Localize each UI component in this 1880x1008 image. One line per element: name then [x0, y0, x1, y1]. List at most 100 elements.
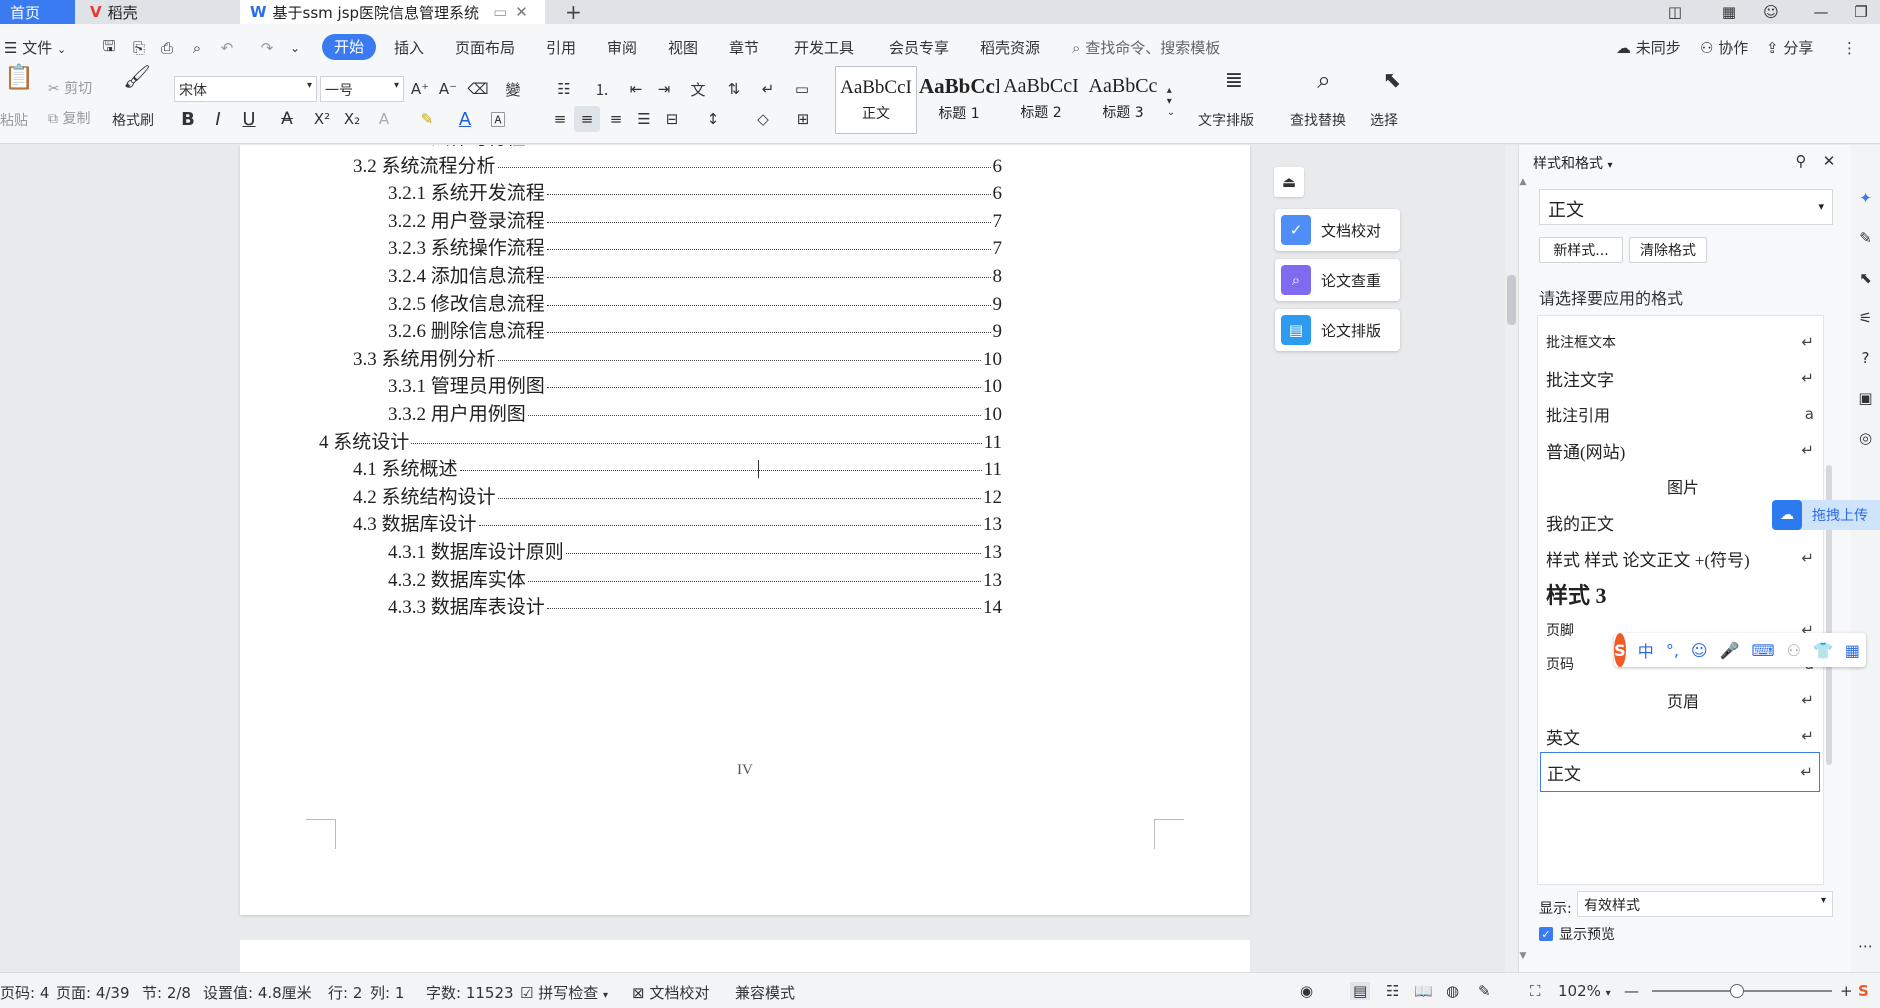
toc-entry[interactable]: 4.3.2 数据库实体 13: [388, 565, 1002, 595]
font-size-select[interactable]: 一号 ▾: [320, 76, 404, 102]
zoom-level[interactable]: 102% ▾: [1558, 982, 1611, 1000]
punctuation-icon[interactable]: °,: [1666, 641, 1679, 660]
toolbox-icon[interactable]: ▦: [1845, 641, 1860, 660]
style-list-item[interactable]: 普通(网站) ↵: [1540, 430, 1820, 470]
tab-daoke[interactable]: V 稻壳: [80, 0, 235, 24]
tab-document[interactable]: W 基于ssm jsp医院信息管理系统 ▭ ✕: [240, 0, 545, 24]
next-page[interactable]: [240, 940, 1250, 972]
grid-apps-icon[interactable]: ▦: [1714, 0, 1744, 24]
distributed-icon[interactable]: ⊟: [660, 106, 684, 132]
font-family-select[interactable]: 宋体 ▾: [174, 76, 317, 102]
numbering-icon[interactable]: ⒈: [586, 76, 618, 102]
paste-icon[interactable]: 📋: [4, 62, 34, 92]
sort-icon[interactable]: ⇅: [722, 76, 746, 102]
format-painter-button[interactable]: 格式刷: [112, 110, 154, 130]
justify-icon[interactable]: ☰: [632, 106, 656, 132]
toc-entry[interactable]: 3.2.5 修改信息流程 9: [388, 289, 1002, 319]
paste-button[interactable]: 粘贴: [0, 110, 28, 130]
bullets-icon[interactable]: ☷: [548, 76, 580, 102]
style-heading-1[interactable]: AaBbCcI 标题 1: [919, 66, 999, 134]
eye-protection-icon[interactable]: ◉: [1300, 982, 1313, 1000]
page-view-icon[interactable]: ▤: [1350, 982, 1371, 1000]
show-marks-icon[interactable]: ↵: [752, 76, 784, 102]
phonetic-icon[interactable]: 變: [496, 76, 530, 102]
menu-review[interactable]: 审阅: [607, 36, 637, 60]
menu-file[interactable]: ☰ 文件 ⌄: [4, 36, 66, 60]
avatar[interactable]: ☺: [1756, 0, 1786, 24]
status-page[interactable]: 页面: 4/39: [56, 982, 130, 1003]
style-list-item[interactable]: 样式 样式 论文正文 +(符号) ↵: [1540, 538, 1820, 578]
pane-title[interactable]: 样式和格式 ▾: [1533, 153, 1612, 173]
print-icon[interactable]: ⎙: [156, 36, 178, 60]
command-search[interactable]: ⌕ 查找命令、搜索模板: [1072, 36, 1220, 60]
style-list-item[interactable]: 样式 3: [1540, 574, 1820, 614]
share-button[interactable]: ⇪ 分享: [1766, 36, 1813, 60]
ime-toolbar[interactable]: S 中 °, ☺ 🎤 ⌨ ⚇ 👕 ▦: [1614, 633, 1866, 667]
window-layout-icon[interactable]: ◫: [1660, 0, 1690, 24]
restore-icon[interactable]: ❐: [1846, 0, 1876, 24]
zoom-in-icon[interactable]: +: [1840, 982, 1853, 1000]
document-scrollbar[interactable]: [1505, 145, 1518, 972]
export-icon[interactable]: ⎘: [128, 36, 150, 60]
menu-insert[interactable]: 插入: [394, 36, 424, 60]
line-spacing-icon[interactable]: ↕: [696, 106, 730, 132]
clear-format-button[interactable]: 清除格式: [1629, 237, 1707, 263]
microphone-icon[interactable]: 🎤: [1720, 641, 1740, 660]
sync-status[interactable]: ☁ 未同步: [1616, 36, 1681, 60]
doc-proofread-status[interactable]: ⊠ 文档校对: [632, 982, 709, 1003]
underline-icon[interactable]: U: [234, 106, 264, 132]
write-mode-icon[interactable]: ✎: [1478, 982, 1491, 1000]
document-area[interactable]: 3.1.4 法律可行性63.2 系统流程分析63.2.1 系统开发流程63.2.…: [0, 145, 1505, 972]
align-right-icon[interactable]: ≡: [604, 106, 628, 132]
status-page-code[interactable]: 页码: 4: [0, 982, 49, 1003]
toc-entry[interactable]: 4 系统设计 11: [319, 427, 1002, 457]
toc-entry[interactable]: 3.2.4 添加信息流程 8: [388, 261, 1002, 291]
menu-references[interactable]: 引用: [546, 36, 576, 60]
show-filter-select[interactable]: 有效样式 ▾: [1577, 891, 1833, 917]
redo-icon[interactable]: ↷: [256, 36, 278, 60]
location-icon[interactable]: ◎: [1851, 425, 1880, 451]
fit-page-icon[interactable]: ⛶: [1530, 982, 1541, 1000]
new-tab-button[interactable]: +: [555, 0, 585, 24]
align-center-icon[interactable]: ≡: [574, 106, 600, 132]
zoom-slider-thumb[interactable]: [1730, 984, 1744, 998]
user-icon[interactable]: ⚇: [1787, 641, 1801, 660]
style-list-item[interactable]: 批注文字 ↵: [1540, 358, 1820, 398]
help-icon[interactable]: ?: [1851, 345, 1880, 371]
status-setting[interactable]: 设置值: 4.8厘米: [203, 982, 312, 1003]
scroll-up-icon[interactable]: ▲: [1517, 175, 1529, 189]
indent-icon[interactable]: ⇥: [652, 76, 676, 102]
pen-icon[interactable]: ✎: [1851, 225, 1880, 251]
menu-view[interactable]: 视图: [668, 36, 698, 60]
bold-icon[interactable]: B: [176, 106, 200, 132]
style-normal[interactable]: AaBbCcI 正文: [835, 66, 917, 134]
select-button[interactable]: 选择: [1370, 110, 1398, 130]
collapse-panel-icon[interactable]: ⏏: [1274, 167, 1304, 197]
toc-entry[interactable]: 3.2.1 系统开发流程 6: [388, 178, 1002, 208]
toc-entry[interactable]: 4.1 系统概述 11: [353, 454, 1002, 484]
menu-resources[interactable]: 稻壳资源: [980, 36, 1040, 60]
menu-start[interactable]: 开始: [322, 34, 376, 60]
style-heading-2[interactable]: AaBbCcI 标题 2: [1001, 66, 1081, 134]
grow-font-icon[interactable]: A⁺: [408, 76, 432, 102]
new-style-button[interactable]: 新样式...: [1539, 237, 1623, 263]
style-list-item[interactable]: 页眉 ↵: [1540, 680, 1820, 720]
outline-view-icon[interactable]: ☷: [1386, 982, 1399, 1000]
undo-icon[interactable]: ↶: [216, 36, 238, 60]
toc-entry[interactable]: 3.3.2 用户用例图 10: [388, 399, 1002, 429]
borders-icon[interactable]: ⊞: [786, 106, 820, 132]
pin-icon[interactable]: ▭: [493, 3, 507, 21]
superscript-icon[interactable]: X²: [310, 106, 334, 132]
spell-check-button[interactable]: ☑ 拼写检查 ▾: [520, 982, 608, 1003]
current-style-select[interactable]: 正文 ▾: [1539, 189, 1833, 225]
style-gallery-scroll-icon[interactable]: ▴ ▾ ⌄: [1164, 68, 1178, 134]
text-effect-icon[interactable]: A: [370, 106, 398, 132]
toc-entry[interactable]: 4.3.1 数据库设计原则 13: [388, 537, 1002, 567]
cursor-icon[interactable]: ⬉: [1851, 265, 1880, 291]
shading-icon[interactable]: ◇: [746, 106, 780, 132]
show-preview-checkbox[interactable]: ✓ 显示预览: [1539, 924, 1615, 944]
drag-upload-widget[interactable]: ☁ 拖拽上传: [1772, 500, 1880, 530]
shrink-font-icon[interactable]: A⁻: [436, 76, 460, 102]
read-mode-icon[interactable]: 📖: [1414, 982, 1433, 1000]
plagiarism-check-button[interactable]: ⌕ 论文查重: [1275, 259, 1400, 301]
